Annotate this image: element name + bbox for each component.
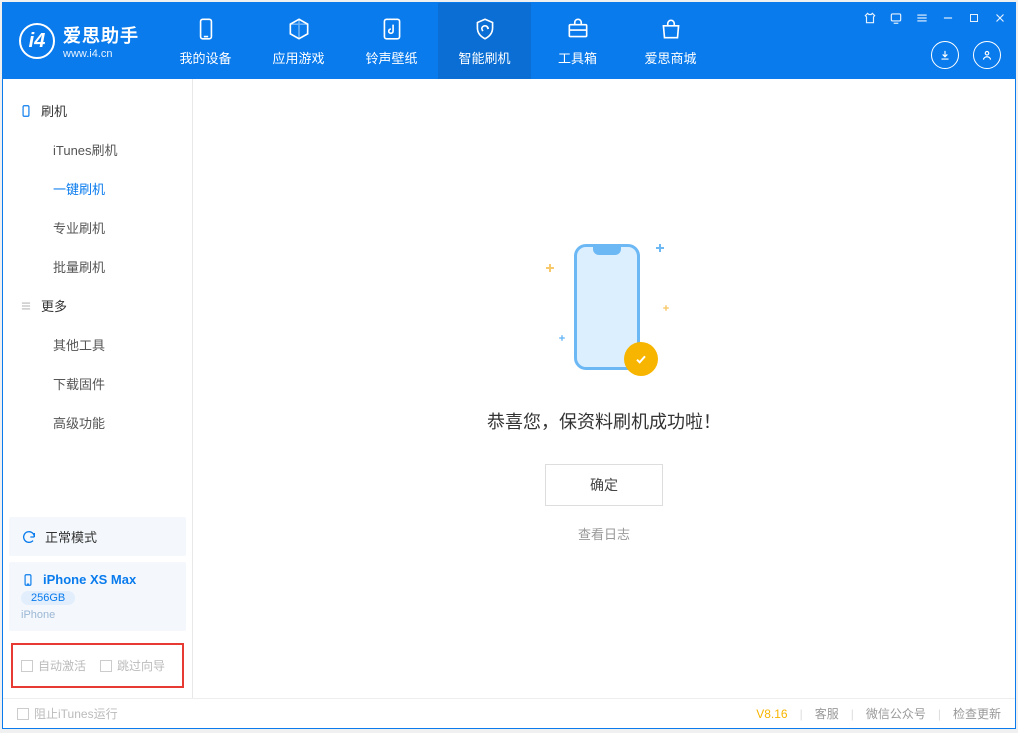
sidebar-item-oneclick-flash[interactable]: 一键刷机 [3,169,192,208]
sidebar-group-label: 更多 [41,296,67,315]
sidebar-item-batch-flash[interactable]: 批量刷机 [3,247,192,286]
view-log-link[interactable]: 查看日志 [578,524,630,543]
nav-label: 我的设备 [179,48,231,67]
app-url: www.i4.cn [63,48,139,60]
app-name: 爱思助手 [63,22,139,48]
app-window: i4 爱思助手 www.i4.cn 我的设备 应用游戏 铃声壁纸 智能刷机 [2,2,1016,729]
music-file-icon [379,16,405,42]
menu-icon[interactable] [913,9,931,27]
success-message: 恭喜您，保资料刷机成功啦！ [487,408,721,434]
cube-icon [286,16,312,42]
sidebar-item-advanced[interactable]: 高级功能 [3,403,192,442]
footer-link-update[interactable]: 检查更新 [953,705,1001,722]
main-nav: 我的设备 应用游戏 铃声壁纸 智能刷机 工具箱 爱思商城 [159,3,717,79]
status-label: 正常模式 [45,527,97,546]
shield-refresh-icon [472,16,498,42]
refresh-icon [21,529,37,545]
statusbar: 阻止iTunes运行 V8.16 | 客服 | 微信公众号 | 检查更新 [3,698,1015,728]
nav-label: 工具箱 [558,48,597,67]
maximize-button[interactable] [965,9,983,27]
device-icon [193,16,219,42]
skin-icon[interactable] [861,9,879,27]
nav-store[interactable]: 爱思商城 [624,3,717,79]
version-label: V8.16 [756,707,787,721]
sidebar-group-flash: 刷机 [3,91,192,130]
device-card[interactable]: iPhone XS Max 256GB iPhone [9,562,186,631]
checkbox-label: 跳过向导 [117,657,165,674]
sparkle-icon [559,335,565,341]
checkbox-auto-activate[interactable]: 自动激活 [21,657,86,674]
footer-link-support[interactable]: 客服 [815,705,839,722]
sidebar-item-itunes-flash[interactable]: iTunes刷机 [3,130,192,169]
nav-flash[interactable]: 智能刷机 [438,3,531,79]
nav-label: 应用游戏 [272,48,324,67]
feedback-icon[interactable] [887,9,905,27]
checkbox-skip-guide[interactable]: 跳过向导 [100,657,165,674]
device-mode-status[interactable]: 正常模式 [9,517,186,556]
nav-label: 爱思商城 [644,48,696,67]
nav-label: 铃声壁纸 [365,48,417,67]
sparkle-icon [663,305,669,311]
window-controls [861,9,1009,27]
footer-link-wechat[interactable]: 微信公众号 [866,705,926,722]
nav-my-device[interactable]: 我的设备 [159,3,252,79]
nav-apps[interactable]: 应用游戏 [252,3,345,79]
toolbox-icon [565,16,591,42]
main-area: 刷机 iTunes刷机 一键刷机 专业刷机 批量刷机 更多 其他工具 下载固件 … [3,79,1015,698]
flash-options-highlight: 自动激活 跳过向导 [11,643,184,688]
close-button[interactable] [991,9,1009,27]
device-name: iPhone XS Max [43,572,136,587]
titlebar: i4 爱思助手 www.i4.cn 我的设备 应用游戏 铃声壁纸 智能刷机 [3,3,1015,79]
sparkle-icon [656,244,664,252]
nav-ringtone[interactable]: 铃声壁纸 [345,3,438,79]
user-button[interactable] [973,41,1001,69]
ok-button[interactable]: 确定 [545,464,663,506]
content-pane: 恭喜您，保资料刷机成功啦！ 确定 查看日志 [193,79,1015,698]
logo: i4 爱思助手 www.i4.cn [3,22,159,60]
success-illustration [544,234,664,384]
titlebar-actions [931,41,1001,69]
check-badge-icon [624,342,658,376]
phone-outline-icon [19,104,33,118]
logo-icon: i4 [19,23,55,59]
nav-label: 智能刷机 [458,48,510,67]
minimize-button[interactable] [939,9,957,27]
device-type: iPhone [21,609,174,621]
sidebar-item-pro-flash[interactable]: 专业刷机 [3,208,192,247]
sidebar-group-more: 更多 [3,286,192,325]
phone-icon [21,573,35,587]
checkbox-label: 自动激活 [38,657,86,674]
checkbox-stop-itunes[interactable]: 阻止iTunes运行 [17,705,118,722]
sidebar-group-label: 刷机 [41,101,67,120]
sidebar: 刷机 iTunes刷机 一键刷机 专业刷机 批量刷机 更多 其他工具 下载固件 … [3,79,193,698]
sparkle-icon [546,264,554,272]
download-button[interactable] [931,41,959,69]
sidebar-item-download-firmware[interactable]: 下载固件 [3,364,192,403]
store-icon [658,16,684,42]
checkbox-label: 阻止iTunes运行 [34,705,118,722]
sidebar-item-other-tools[interactable]: 其他工具 [3,325,192,364]
list-icon [19,299,33,313]
device-capacity: 256GB [21,591,75,605]
nav-toolbox[interactable]: 工具箱 [531,3,624,79]
